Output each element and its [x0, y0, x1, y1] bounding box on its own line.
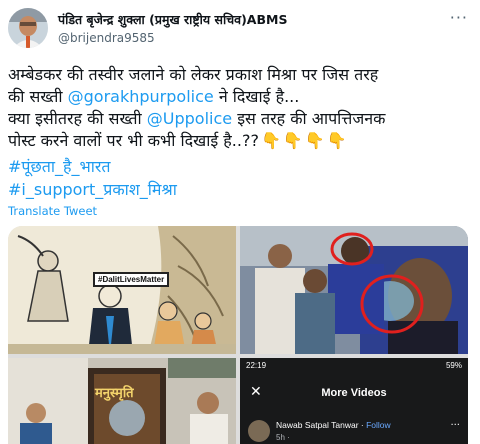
pointing-down-emoji: 👇	[260, 131, 281, 150]
video-time-ago: 5h ·	[276, 433, 290, 442]
mention-gorakhpurpolice[interactable]: @gorakhpurpolice	[68, 87, 214, 106]
media-image-manusmriti[interactable]: मनुस्मृति	[8, 358, 236, 444]
status-battery: 59%	[445, 361, 462, 370]
avatar	[248, 420, 270, 442]
tweet-line-3-pre: क्या इसीतरह की सख्ती	[8, 109, 147, 128]
media-image-crowd[interactable]	[240, 226, 468, 354]
tweet-line-2-post: ने दिखाई है...	[213, 87, 300, 106]
phone-status-bar: 22:19 59%	[240, 358, 468, 376]
follow-label: Follow	[366, 420, 391, 430]
more-horizontal-icon[interactable]: ···	[450, 8, 468, 27]
tweet-line-1: अम्बेडकर की तस्वीर जलाने को लेकर प्रकाश …	[8, 65, 379, 84]
avatar[interactable]	[8, 8, 48, 48]
hashtag-link[interactable]: #पूंछता_है_भारत	[8, 155, 111, 177]
tweet-text: अम्बेडकर की तस्वीर जलाने को लेकर प्रकाश …	[8, 64, 470, 152]
translate-tweet-link[interactable]: Translate Tweet	[8, 204, 97, 218]
separator: ·	[358, 420, 367, 430]
pointing-down-emoji: 👇	[282, 131, 303, 150]
media-grid: #DalitLivesMatter मनुस्मृति 22:19 59% ✕ …	[8, 226, 468, 444]
status-time: 22:19	[246, 361, 267, 370]
tweet-line-4: पोस्ट करने वालों पर भी कभी दिखाई है..?? 👇…	[8, 130, 470, 152]
tweet: पंडित बृजेन्द्र शुक्ला (प्रमुख राष्ट्रीय…	[0, 0, 480, 444]
mention-uppolice[interactable]: @Uppolice	[147, 109, 232, 128]
tweet-line-2-pre: की सख्ती	[8, 87, 68, 106]
author-name[interactable]: पंडित बृजेन्द्र शुक्ला (प्रमुख राष्ट्रीय…	[58, 11, 287, 28]
pointing-down-emoji: 👇	[326, 131, 347, 150]
tweet-line-4-text: पोस्ट करने वालों पर भी कभी दिखाई है..??	[8, 131, 259, 150]
tweet-line-3: क्या इसीतरह की सख्ती @Uppolice इस तरह की…	[8, 108, 470, 130]
dalit-lives-matter-sign: #DalitLivesMatter	[93, 272, 170, 287]
video-user-line: Nawab Satpal Tanwar · Follow	[276, 420, 391, 430]
pointing-down-emoji: 👇	[304, 131, 325, 150]
media-image-cartoon[interactable]: #DalitLivesMatter	[8, 226, 236, 354]
hashtag-link[interactable]: #i_support_प्रकाश_मिश्रा	[8, 178, 177, 200]
tweet-line-3-post: इस तरह की आपत्तिजनक	[232, 109, 386, 128]
media-image-phone-screenshot[interactable]: 22:19 59% ✕ More Videos Nawab Satpal Tan…	[240, 358, 468, 444]
author-handle[interactable]: @brijendra9585	[58, 31, 155, 45]
more-videos-title: More Videos	[321, 387, 387, 399]
manusmriti-title: मनुस्मृति	[95, 386, 134, 401]
tweet-line-2: की सख्ती @gorakhpurpolice ने दिखाई है...	[8, 86, 470, 108]
video-user-name: Nawab Satpal Tanwar	[276, 420, 359, 430]
more-horizontal-icon: ···	[450, 420, 460, 431]
